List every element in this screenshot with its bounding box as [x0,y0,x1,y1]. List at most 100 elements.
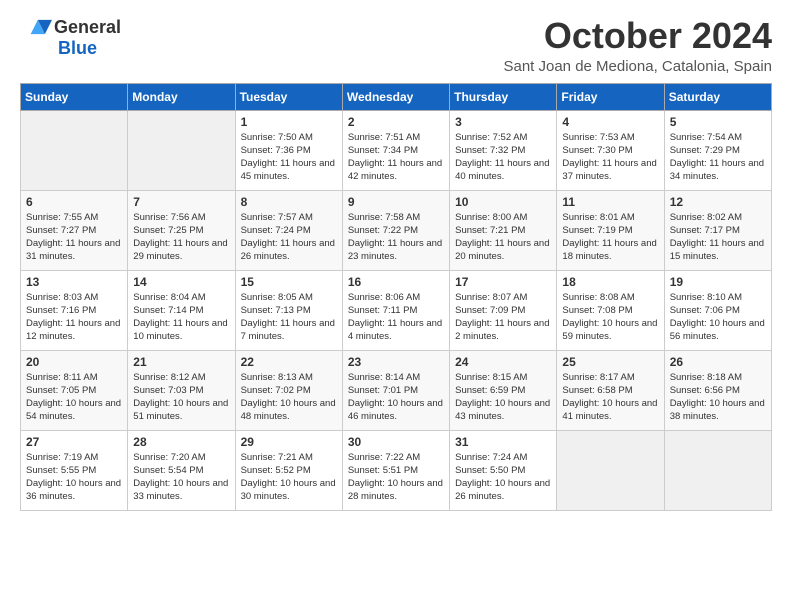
day-info: Sunrise: 8:15 AM Sunset: 6:59 PM Dayligh… [455,371,551,424]
day-info: Sunrise: 8:04 AM Sunset: 7:14 PM Dayligh… [133,291,229,344]
title-section: October 2024 Sant Joan de Mediona, Catal… [503,16,772,75]
calendar-cell: 11 Sunrise: 8:01 AM Sunset: 7:19 PM Dayli… [557,190,664,270]
day-number: 19 [670,275,766,289]
calendar-cell: 9 Sunrise: 7:58 AM Sunset: 7:22 PM Daylig… [342,190,449,270]
day-number: 2 [348,115,444,129]
day-info: Sunrise: 8:02 AM Sunset: 7:17 PM Dayligh… [670,211,766,264]
calendar-body: 1 Sunrise: 7:50 AM Sunset: 7:36 PM Daylig… [21,110,772,510]
day-number: 13 [26,275,122,289]
day-info: Sunrise: 7:20 AM Sunset: 5:54 PM Dayligh… [133,451,229,504]
header-cell: Tuesday [235,83,342,110]
calendar-cell: 6 Sunrise: 7:55 AM Sunset: 7:27 PM Daylig… [21,190,128,270]
day-info: Sunrise: 7:54 AM Sunset: 7:29 PM Dayligh… [670,131,766,184]
calendar-cell [557,430,664,510]
day-info: Sunrise: 7:55 AM Sunset: 7:27 PM Dayligh… [26,211,122,264]
day-number: 8 [241,195,337,209]
calendar-cell: 26 Sunrise: 8:18 AM Sunset: 6:56 PM Dayli… [664,350,771,430]
day-number: 1 [241,115,337,129]
day-number: 12 [670,195,766,209]
day-info: Sunrise: 8:11 AM Sunset: 7:05 PM Dayligh… [26,371,122,424]
day-info: Sunrise: 8:01 AM Sunset: 7:19 PM Dayligh… [562,211,658,264]
calendar-cell: 5 Sunrise: 7:54 AM Sunset: 7:29 PM Daylig… [664,110,771,190]
day-info: Sunrise: 8:12 AM Sunset: 7:03 PM Dayligh… [133,371,229,424]
day-number: 7 [133,195,229,209]
day-info: Sunrise: 8:08 AM Sunset: 7:08 PM Dayligh… [562,291,658,344]
header-cell: Sunday [21,83,128,110]
day-info: Sunrise: 7:53 AM Sunset: 7:30 PM Dayligh… [562,131,658,184]
month-title: October 2024 [503,16,772,56]
logo-icon [20,16,52,38]
calendar-cell: 7 Sunrise: 7:56 AM Sunset: 7:25 PM Daylig… [128,190,235,270]
day-number: 4 [562,115,658,129]
day-number: 24 [455,355,551,369]
logo-general: General [54,17,121,38]
day-info: Sunrise: 8:07 AM Sunset: 7:09 PM Dayligh… [455,291,551,344]
calendar-cell: 29 Sunrise: 7:21 AM Sunset: 5:52 PM Dayli… [235,430,342,510]
day-info: Sunrise: 7:51 AM Sunset: 7:34 PM Dayligh… [348,131,444,184]
header-cell: Friday [557,83,664,110]
calendar-cell: 13Sunrise: 8:03 AM Sunset: 7:16 PM Dayli… [21,270,128,350]
day-number: 11 [562,195,658,209]
day-number: 23 [348,355,444,369]
calendar-cell: 22 Sunrise: 8:13 AM Sunset: 7:02 PM Dayli… [235,350,342,430]
calendar-cell: 14 Sunrise: 8:04 AM Sunset: 7:14 PM Dayli… [128,270,235,350]
day-info: Sunrise: 7:21 AM Sunset: 5:52 PM Dayligh… [241,451,337,504]
day-info: Sunrise: 8:13 AM Sunset: 7:02 PM Dayligh… [241,371,337,424]
day-info: Sunrise: 7:56 AM Sunset: 7:25 PM Dayligh… [133,211,229,264]
day-number: 17 [455,275,551,289]
day-info: Sunrise: 8:18 AM Sunset: 6:56 PM Dayligh… [670,371,766,424]
calendar-cell: 30Sunrise: 7:22 AM Sunset: 5:51 PM Dayli… [342,430,449,510]
day-number: 25 [562,355,658,369]
calendar-cell [664,430,771,510]
day-number: 20 [26,355,122,369]
calendar-cell: 24 Sunrise: 8:15 AM Sunset: 6:59 PM Dayli… [450,350,557,430]
calendar-week-row: 1 Sunrise: 7:50 AM Sunset: 7:36 PM Daylig… [21,110,772,190]
calendar-cell: 20 Sunrise: 8:11 AM Sunset: 7:05 PM Dayli… [21,350,128,430]
day-number: 28 [133,435,229,449]
day-number: 18 [562,275,658,289]
day-number: 22 [241,355,337,369]
day-info: Sunrise: 7:57 AM Sunset: 7:24 PM Dayligh… [241,211,337,264]
day-number: 9 [348,195,444,209]
header-cell: Wednesday [342,83,449,110]
day-number: 3 [455,115,551,129]
calendar-cell: 31Sunrise: 7:24 AM Sunset: 5:50 PM Dayli… [450,430,557,510]
calendar-header: SundayMondayTuesdayWednesdayThursdayFrid… [21,83,772,110]
day-number: 31 [455,435,551,449]
calendar-cell: 25 Sunrise: 8:17 AM Sunset: 6:58 PM Dayli… [557,350,664,430]
day-number: 6 [26,195,122,209]
header-cell: Thursday [450,83,557,110]
day-info: Sunrise: 7:58 AM Sunset: 7:22 PM Dayligh… [348,211,444,264]
calendar-cell: 16Sunrise: 8:06 AM Sunset: 7:11 PM Dayli… [342,270,449,350]
calendar-cell: 8 Sunrise: 7:57 AM Sunset: 7:24 PM Daylig… [235,190,342,270]
day-number: 30 [348,435,444,449]
day-info: Sunrise: 7:52 AM Sunset: 7:32 PM Dayligh… [455,131,551,184]
calendar-cell: 18 Sunrise: 8:08 AM Sunset: 7:08 PM Dayli… [557,270,664,350]
calendar-cell: 21 Sunrise: 8:12 AM Sunset: 7:03 PM Dayli… [128,350,235,430]
day-number: 26 [670,355,766,369]
day-number: 15 [241,275,337,289]
header-cell: Monday [128,83,235,110]
calendar-cell [128,110,235,190]
day-number: 21 [133,355,229,369]
calendar-cell: 23 Sunrise: 8:14 AM Sunset: 7:01 PM Dayli… [342,350,449,430]
day-number: 5 [670,115,766,129]
calendar-cell: 27 Sunrise: 7:19 AM Sunset: 5:55 PM Dayli… [21,430,128,510]
day-info: Sunrise: 7:19 AM Sunset: 5:55 PM Dayligh… [26,451,122,504]
day-info: Sunrise: 7:50 AM Sunset: 7:36 PM Dayligh… [241,131,337,184]
page-header: General Blue October 2024 Sant Joan de M… [20,16,772,75]
day-number: 10 [455,195,551,209]
calendar-cell: 28 Sunrise: 7:20 AM Sunset: 5:54 PM Dayli… [128,430,235,510]
calendar-cell: 1 Sunrise: 7:50 AM Sunset: 7:36 PM Daylig… [235,110,342,190]
calendar-table: SundayMondayTuesdayWednesdayThursdayFrid… [20,83,772,511]
day-info: Sunrise: 8:17 AM Sunset: 6:58 PM Dayligh… [562,371,658,424]
calendar-cell: 17 Sunrise: 8:07 AM Sunset: 7:09 PM Dayli… [450,270,557,350]
calendar-cell: 2 Sunrise: 7:51 AM Sunset: 7:34 PM Daylig… [342,110,449,190]
day-number: 29 [241,435,337,449]
day-info: Sunrise: 8:14 AM Sunset: 7:01 PM Dayligh… [348,371,444,424]
header-row: SundayMondayTuesdayWednesdayThursdayFrid… [21,83,772,110]
day-number: 27 [26,435,122,449]
calendar-cell: 4 Sunrise: 7:53 AM Sunset: 7:30 PM Daylig… [557,110,664,190]
day-number: 14 [133,275,229,289]
logo: General Blue [20,16,121,59]
